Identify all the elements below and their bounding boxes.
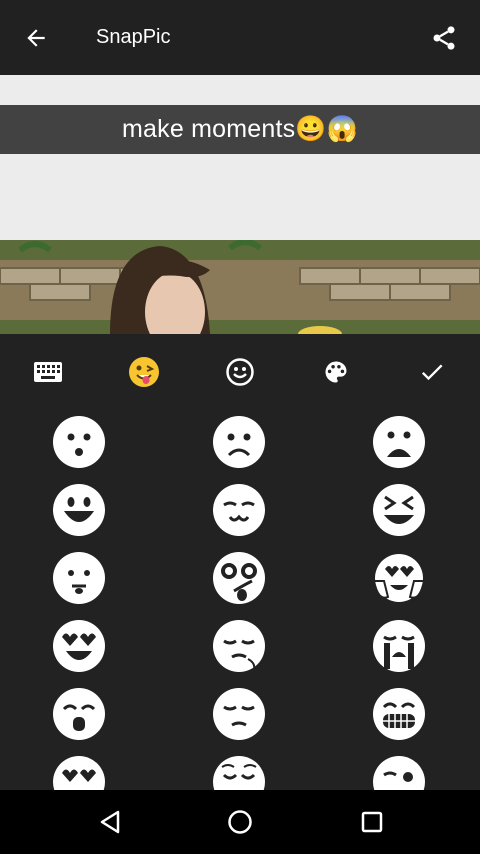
kiss-face-icon[interactable] xyxy=(52,755,106,790)
caption-text: make moments😀😱 xyxy=(122,115,358,143)
keyboard-icon xyxy=(34,362,62,382)
triangle-back-icon xyxy=(100,810,120,834)
heart-eyes-hands-face-icon[interactable] xyxy=(372,551,426,605)
nav-home-button[interactable] xyxy=(216,798,264,846)
share-icon xyxy=(433,26,455,50)
caption-bar[interactable]: make moments😀😱 xyxy=(0,105,480,154)
emoji-grid xyxy=(0,409,480,790)
frowning-face-icon[interactable] xyxy=(212,415,266,469)
winking-face-icon[interactable] xyxy=(372,755,426,790)
grinning-face-icon[interactable] xyxy=(52,483,106,537)
emoji-tab[interactable] xyxy=(120,348,168,396)
circle-home-icon xyxy=(228,810,252,834)
palette-icon xyxy=(325,361,347,383)
crying-face-icon[interactable] xyxy=(372,619,426,673)
photo-preview xyxy=(0,240,480,334)
sticker-tab[interactable] xyxy=(216,348,264,396)
app-title: SnapPic xyxy=(96,26,171,48)
square-recents-icon xyxy=(361,811,383,833)
keyboard-tab[interactable] xyxy=(24,348,72,396)
color-tab[interactable] xyxy=(312,348,360,396)
anguished-face-icon[interactable] xyxy=(372,415,426,469)
sleepy-face-icon[interactable] xyxy=(212,619,266,673)
app-bar: SnapPic xyxy=(0,0,480,75)
back-button[interactable] xyxy=(14,16,58,60)
editor-toolbar xyxy=(0,334,480,410)
silly-face-icon[interactable] xyxy=(212,551,266,605)
smiley-icon xyxy=(226,358,254,386)
system-nav-bar xyxy=(0,790,480,854)
image-canvas[interactable]: make moments😀😱 xyxy=(0,75,480,334)
heart-eyes-face-icon[interactable] xyxy=(52,619,106,673)
pensive-face-icon[interactable] xyxy=(212,687,266,741)
nav-back-button[interactable] xyxy=(86,798,134,846)
check-icon xyxy=(421,364,443,381)
arrow-back-icon xyxy=(27,29,45,47)
surprised-face-icon[interactable] xyxy=(52,415,106,469)
emoji-tab-icon xyxy=(129,357,159,387)
relieved-face-icon[interactable] xyxy=(212,755,266,790)
grimacing-face-icon[interactable] xyxy=(372,687,426,741)
smirk-face-icon[interactable] xyxy=(212,483,266,537)
neutral-face-icon[interactable] xyxy=(52,551,106,605)
open-mouth-face-icon[interactable] xyxy=(52,687,106,741)
nav-recents-button[interactable] xyxy=(348,798,396,846)
confirm-button[interactable] xyxy=(408,348,456,396)
share-button[interactable] xyxy=(422,16,466,60)
squinting-face-icon[interactable] xyxy=(372,483,426,537)
